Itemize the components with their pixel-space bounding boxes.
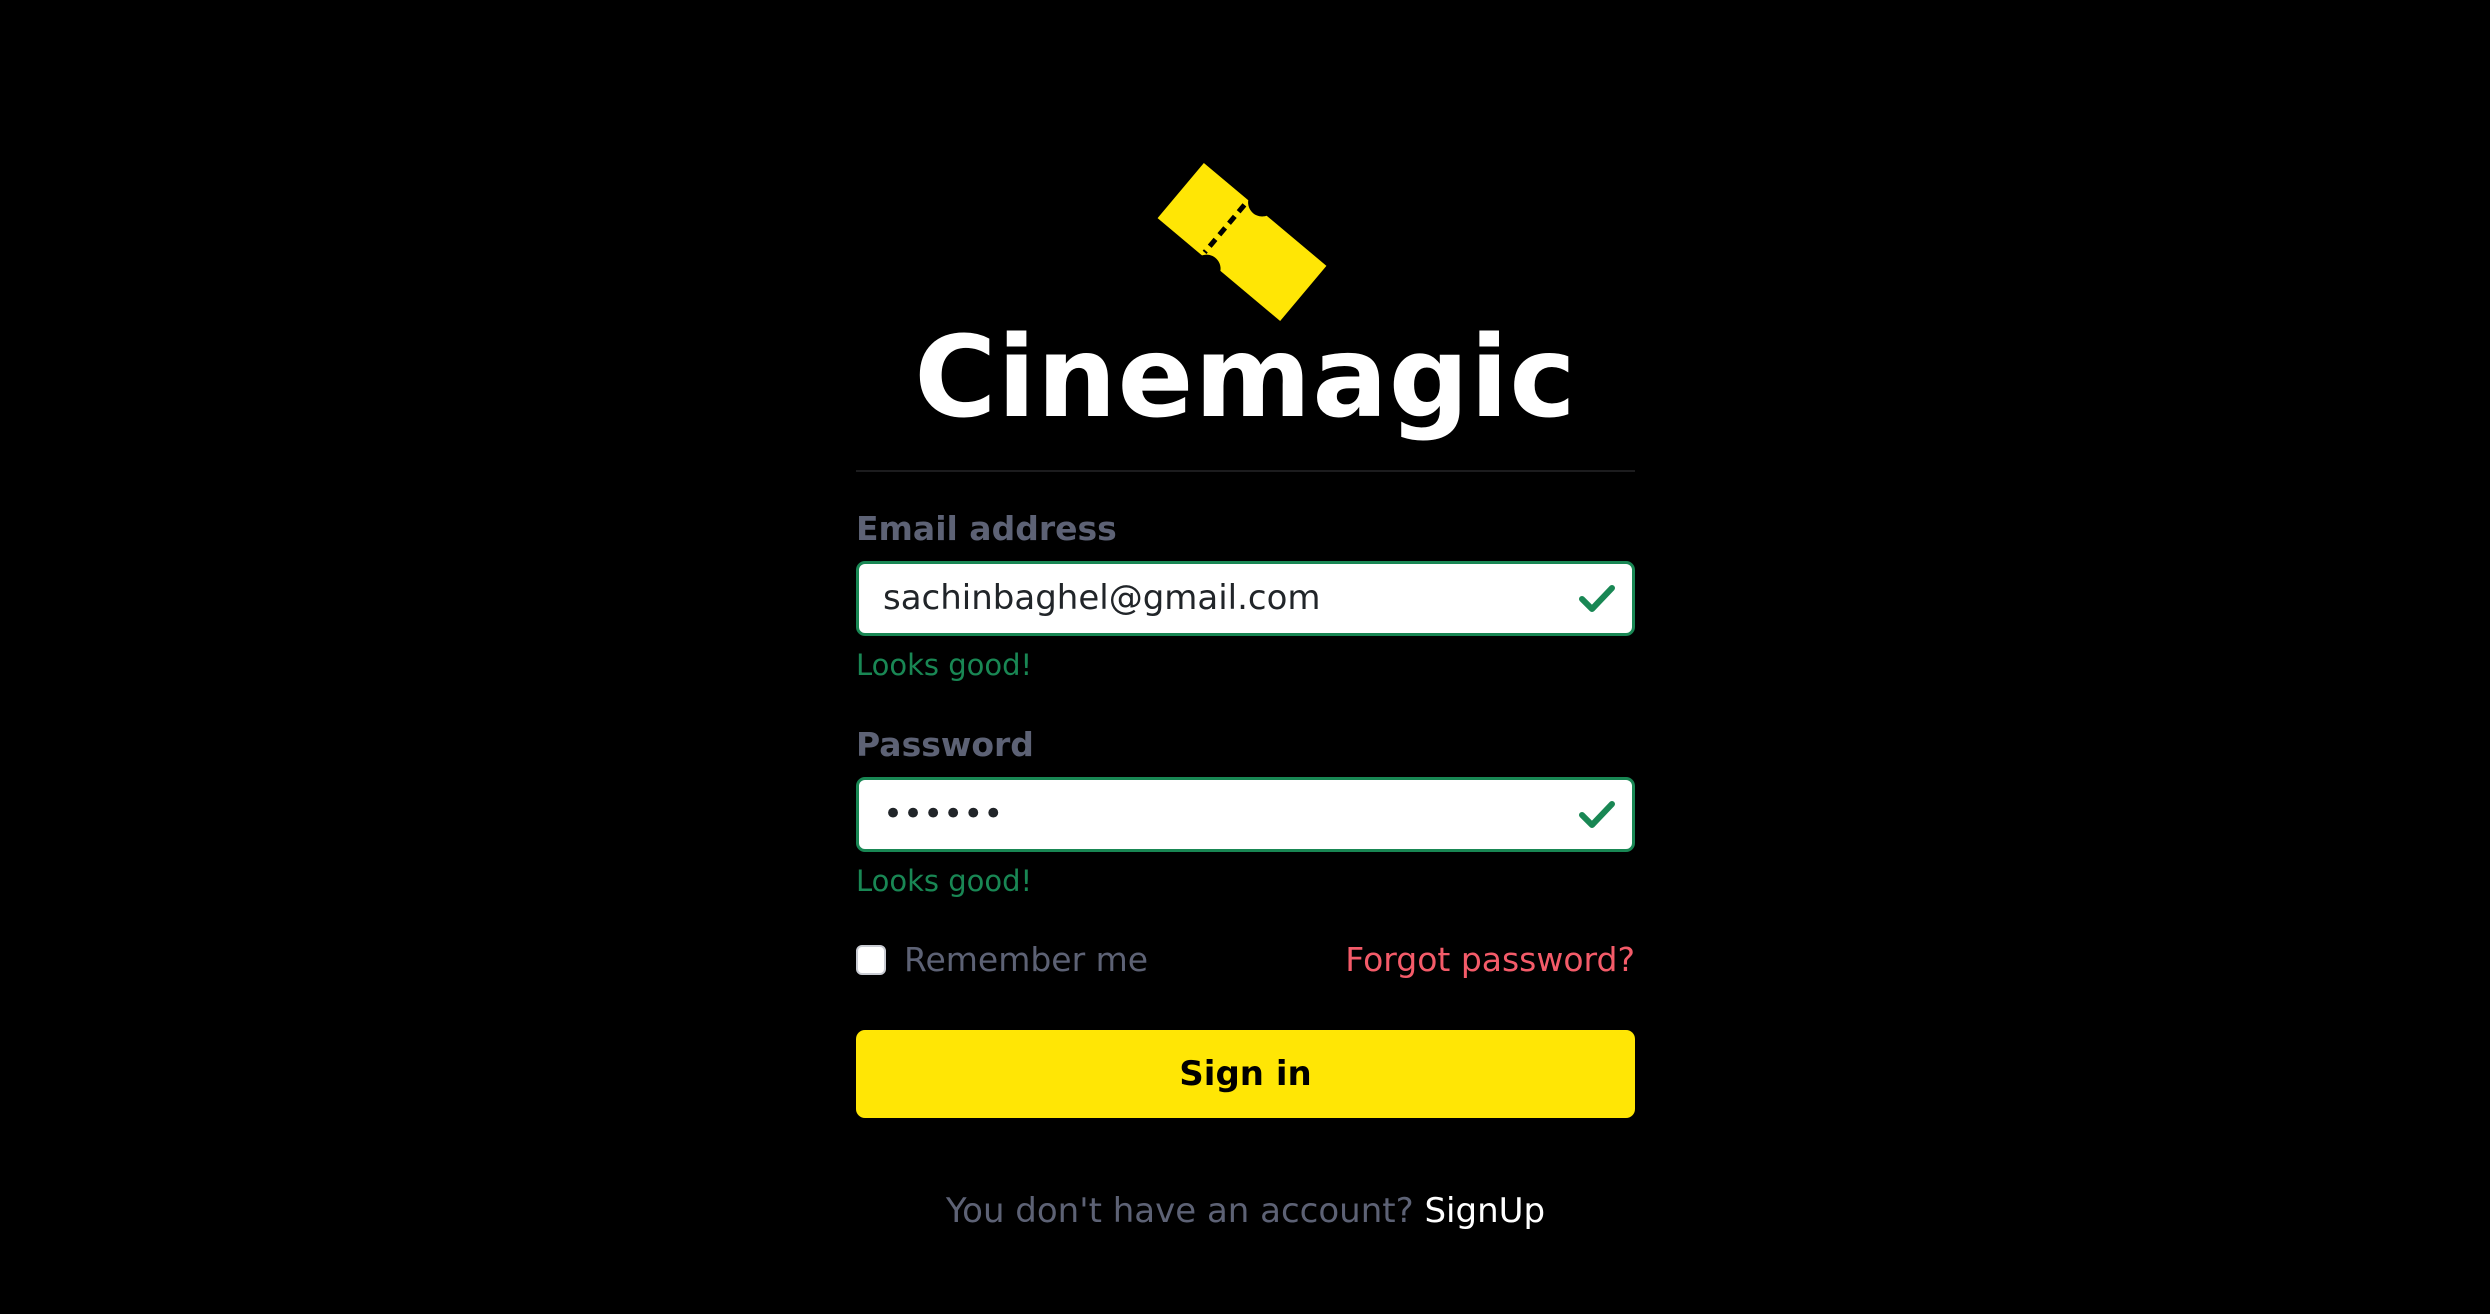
sign-in-button[interactable]: Sign in (856, 1030, 1635, 1118)
signup-link[interactable]: SignUp (1424, 1191, 1545, 1231)
check-icon (1578, 796, 1616, 834)
app-title: Cinemagic (914, 313, 1577, 443)
remember-checkbox[interactable] (856, 945, 886, 975)
password-field[interactable]: •••••• (856, 777, 1635, 852)
remember-me[interactable]: Remember me (856, 940, 1148, 980)
signup-row: You don't have an account? SignUp (856, 1190, 1635, 1232)
email-label: Email address (856, 509, 1117, 548)
password-value[interactable]: •••••• (883, 780, 1003, 849)
header-divider (856, 470, 1635, 472)
password-label: Password (856, 725, 1034, 764)
password-feedback: Looks good! (856, 864, 1033, 898)
check-icon (1578, 580, 1616, 618)
email-value[interactable]: sachinbaghel@gmail.com (883, 564, 1321, 633)
signup-prompt: You don't have an account? (945, 1191, 1425, 1231)
forgot-password-link[interactable]: Forgot password? (1300, 940, 1635, 980)
login-page: Cinemagic Email address sachinbaghel@gma… (0, 0, 2490, 1314)
email-field[interactable]: sachinbaghel@gmail.com (856, 561, 1635, 636)
remember-label[interactable]: Remember me (904, 940, 1148, 980)
email-feedback: Looks good! (856, 648, 1033, 682)
ticket-icon (1155, 160, 1330, 325)
